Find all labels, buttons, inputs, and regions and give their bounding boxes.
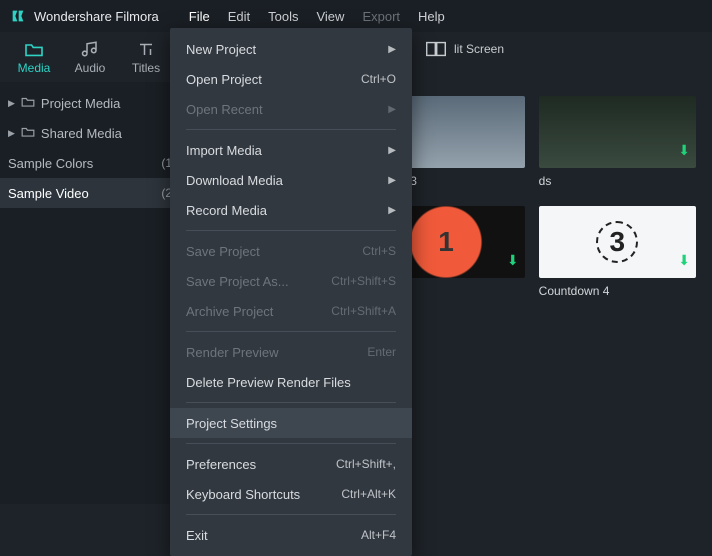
thumbnail[interactable]: ⬇ ds <box>539 96 696 188</box>
menu-item-label: Delete Preview Render Files <box>186 375 351 390</box>
shortcut-label: Ctrl+O <box>361 72 396 86</box>
menu-item: Archive Project Ctrl+Shift+A <box>170 296 412 326</box>
menu-item-label: Open Recent <box>186 102 263 117</box>
menu-separator <box>186 230 396 231</box>
menu-item-label: Exit <box>186 528 208 543</box>
menu-tools[interactable]: Tools <box>268 9 298 24</box>
menu-file[interactable]: File <box>189 9 210 24</box>
shortcut-label: Ctrl+Shift+A <box>331 304 396 318</box>
menu-item-label: Download Media <box>186 173 283 188</box>
tool-label: Media <box>18 61 51 75</box>
menubar: File Edit Tools View Export Help <box>189 9 445 24</box>
sidebar-item-label: Shared Media <box>41 126 122 141</box>
thumbnail-caption: ds <box>539 174 696 188</box>
tool-split-screen[interactable]: lit Screen <box>420 40 510 58</box>
menu-item-label: Project Settings <box>186 416 277 431</box>
menu-view[interactable]: View <box>316 9 344 24</box>
menu-item[interactable]: Preferences Ctrl+Shift+, <box>170 449 412 479</box>
tool-label: lit Screen <box>454 42 504 56</box>
shortcut-label: Ctrl+S <box>362 244 396 258</box>
thumbnail-image <box>539 96 696 168</box>
menu-item[interactable]: Open Project Ctrl+O <box>170 64 412 94</box>
submenu-arrow-icon: ▶ <box>388 44 396 55</box>
menu-separator <box>186 443 396 444</box>
sidebar-item-label: Sample Video <box>8 186 89 201</box>
shortcut-label: Ctrl+Alt+K <box>341 487 396 501</box>
tool-titles[interactable]: Titles <box>118 40 174 75</box>
menu-separator <box>186 331 396 332</box>
menu-item-label: New Project <box>186 42 256 57</box>
folder-icon <box>24 40 44 58</box>
sidebar-item[interactable]: Sample Video(2 <box>0 178 180 208</box>
tool-audio[interactable]: Audio <box>62 40 118 75</box>
submenu-arrow-icon: ▶ <box>388 175 396 186</box>
sidebar-item-label: Sample Colors <box>8 156 93 171</box>
split-screen-icon <box>426 40 446 58</box>
sidebar-item[interactable]: Sample Colors(1 <box>0 148 180 178</box>
chevron-right-icon: ▶ <box>8 98 15 109</box>
menu-item-label: Keyboard Shortcuts <box>186 487 300 502</box>
music-icon <box>80 40 100 58</box>
menu-item[interactable]: Download Media ▶ <box>170 165 412 195</box>
chevron-right-icon: ▶ <box>8 128 15 139</box>
menu-item[interactable]: Import Media ▶ <box>170 135 412 165</box>
menu-item-label: Archive Project <box>186 304 273 319</box>
sidebar-item[interactable]: ▶ Project Media <box>0 88 180 118</box>
app-logo-icon <box>10 8 26 24</box>
shortcut-label: Enter <box>367 345 396 359</box>
sidebar: ▶ Project Media ▶ Shared Media Sample Colors… <box>0 82 180 504</box>
app-title: Wondershare Filmora <box>34 9 159 24</box>
menu-item[interactable]: Delete Preview Render Files <box>170 367 412 397</box>
shortcut-label: Alt+F4 <box>361 528 396 542</box>
sidebar-item-label: Project Media <box>41 96 120 111</box>
sidebar-item[interactable]: ▶ Shared Media <box>0 118 180 148</box>
menu-separator <box>186 514 396 515</box>
titles-icon <box>136 40 156 58</box>
submenu-arrow-icon: ▶ <box>388 205 396 216</box>
folder-icon <box>21 96 35 111</box>
menu-edit[interactable]: Edit <box>228 9 250 24</box>
download-icon: ⬇ <box>507 252 519 269</box>
menu-item[interactable]: Keyboard Shortcuts Ctrl+Alt+K <box>170 479 412 509</box>
tool-label: Audio <box>75 61 106 75</box>
file-menu-dropdown: New Project ▶ Open Project Ctrl+O Open Recen… <box>170 28 412 556</box>
tool-media[interactable]: Media <box>6 40 62 75</box>
thumbnail[interactable]: 3⬇ Countdown 4 <box>539 206 696 298</box>
menu-item: Save Project As... Ctrl+Shift+S <box>170 266 412 296</box>
shortcut-label: Ctrl+Shift+S <box>331 274 396 288</box>
menu-item-label: Open Project <box>186 72 262 87</box>
menu-item-label: Record Media <box>186 203 267 218</box>
menu-item: Open Recent ▶ <box>170 94 412 124</box>
thumbnail-image: 3 <box>539 206 696 278</box>
submenu-arrow-icon: ▶ <box>388 145 396 156</box>
menu-item[interactable]: Record Media ▶ <box>170 195 412 225</box>
menu-item-label: Save Project <box>186 244 260 259</box>
menu-item-label: Import Media <box>186 143 262 158</box>
menu-separator <box>186 402 396 403</box>
menu-item-label: Save Project As... <box>186 274 289 289</box>
menu-export[interactable]: Export <box>362 9 400 24</box>
menu-item-label: Render Preview <box>186 345 279 360</box>
download-icon: ⬇ <box>678 252 690 269</box>
thumbnail-caption: Countdown 4 <box>539 284 696 298</box>
menu-item: Render Preview Enter <box>170 337 412 367</box>
menu-item[interactable]: Project Settings <box>170 408 412 438</box>
tool-label: Titles <box>132 61 160 75</box>
download-icon: ⬇ <box>678 142 690 159</box>
menu-item[interactable]: New Project ▶ <box>170 34 412 64</box>
menu-item-label: Preferences <box>186 457 256 472</box>
folder-icon <box>21 126 35 141</box>
shortcut-label: Ctrl+Shift+, <box>336 457 396 471</box>
menu-help[interactable]: Help <box>418 9 445 24</box>
menu-separator <box>186 129 396 130</box>
menu-item[interactable]: Exit Alt+F4 <box>170 520 412 550</box>
menu-item: Save Project Ctrl+S <box>170 236 412 266</box>
submenu-arrow-icon: ▶ <box>388 104 396 115</box>
